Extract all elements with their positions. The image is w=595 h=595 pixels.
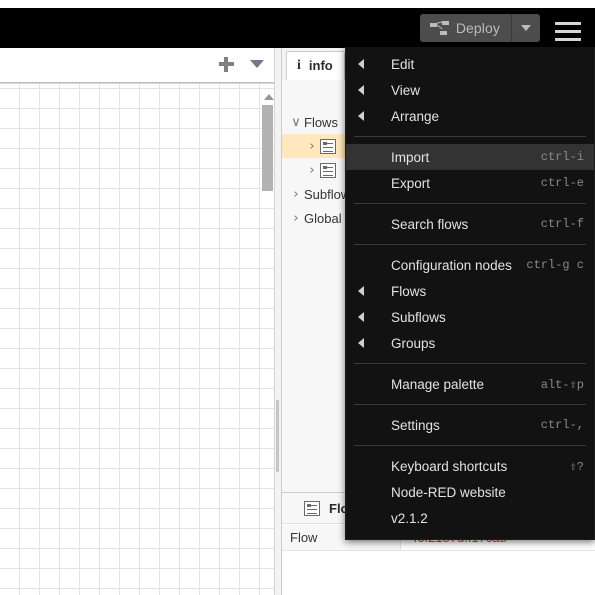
tab-info[interactable]: i info: [286, 51, 345, 80]
canvas-scrollbar-thumb[interactable]: [262, 105, 273, 191]
menu-item-search-flows[interactable]: Search flows ctrl-f: [346, 211, 594, 237]
deploy-button-label: Deploy: [455, 20, 500, 36]
menu-separator: [354, 363, 586, 364]
chevron-right-icon[interactable]: ›: [288, 212, 304, 225]
chevron-down-icon: [521, 25, 531, 31]
menu-item-node-red-website[interactable]: Node-RED website: [346, 479, 594, 505]
node-red-editor: Deploy i info ∨ Flows › › › Subflows › G…: [0, 0, 595, 595]
deploy-button[interactable]: Deploy: [419, 14, 511, 42]
hamburger-bar: [555, 38, 581, 41]
flow-icon: [320, 138, 336, 154]
menu-item-export[interactable]: Export ctrl-e: [346, 170, 594, 196]
menu-item-manage-palette[interactable]: Manage palette alt-⇧p: [346, 371, 594, 397]
menu-item-label: Manage palette: [391, 376, 485, 392]
menu-version-label: v2.1.2: [391, 510, 428, 526]
menu-item-label: Settings: [391, 417, 440, 433]
menu-separator: [354, 136, 586, 137]
window-top-strip: [0, 0, 595, 8]
menu-item-keyboard-shortcuts[interactable]: Keyboard shortcuts ⇧?: [346, 453, 594, 479]
menu-item-view[interactable]: View: [346, 77, 594, 103]
chevron-down-icon[interactable]: ∨: [288, 116, 304, 129]
submenu-arrow-icon: [358, 338, 364, 348]
menu-item-shortcut: ctrl-,: [540, 418, 584, 432]
chevron-right-icon[interactable]: ›: [288, 188, 304, 201]
main-menu-dropdown: Edit View Arrange Import ctrl-i Export c…: [345, 47, 595, 540]
menu-item-shortcut: ctrl-e: [540, 176, 584, 190]
sidebar-resize-grip[interactable]: [276, 400, 279, 472]
canvas-scroll-up-arrow-icon[interactable]: [264, 94, 274, 100]
workspace: [0, 48, 278, 595]
menu-item-label: Import: [391, 149, 430, 165]
tab-info-label: info: [308, 58, 333, 73]
add-flow-tab-button[interactable]: [217, 55, 236, 74]
chevron-right-icon[interactable]: ›: [304, 140, 320, 153]
menu-item-shortcut: ctrl-g c: [526, 258, 584, 272]
hamburger-bar: [555, 30, 581, 33]
deploy-dropdown-button[interactable]: [511, 14, 540, 42]
menu-item-settings[interactable]: Settings ctrl-,: [346, 412, 594, 438]
submenu-arrow-icon: [358, 85, 364, 95]
menu-item-label: Configuration nodes: [391, 257, 512, 273]
menu-item-shortcut: alt-⇧p: [540, 377, 584, 392]
menu-separator: [354, 244, 586, 245]
menu-item-groups[interactable]: Groups: [346, 330, 594, 356]
flow-icon: [304, 500, 320, 516]
flow-tab-bar: [0, 48, 278, 83]
submenu-arrow-icon: [358, 312, 364, 322]
menu-item-shortcut: ⇧?: [569, 459, 584, 474]
submenu-arrow-icon: [358, 59, 364, 69]
chevron-right-icon[interactable]: ›: [304, 164, 320, 177]
submenu-arrow-icon: [358, 286, 364, 296]
menu-item-label: Edit: [391, 56, 415, 72]
menu-item-subflows[interactable]: Subflows: [346, 304, 594, 330]
tree-item-label: Flows: [304, 114, 338, 130]
hamburger-bar: [555, 22, 581, 25]
menu-separator: [354, 404, 586, 405]
menu-item-shortcut: ctrl-i: [540, 150, 584, 164]
flow-tab-list-chevron-down-icon[interactable]: [250, 60, 264, 68]
menu-item-flows[interactable]: Flows: [346, 278, 594, 304]
menu-item-label: Export: [391, 175, 431, 191]
info-i-icon: i: [297, 57, 301, 73]
menu-item-configuration-nodes[interactable]: Configuration nodes ctrl-g c: [346, 252, 594, 278]
app-header: Deploy: [0, 8, 595, 49]
menu-item-shortcut: ctrl-f: [540, 217, 584, 231]
flow-icon: [320, 162, 336, 178]
menu-item-label: Search flows: [391, 216, 469, 232]
menu-separator: [354, 445, 586, 446]
hamburger-menu-icon[interactable]: [555, 22, 581, 41]
menu-item-import[interactable]: Import ctrl-i: [346, 144, 594, 170]
menu-item-arrange[interactable]: Arrange: [346, 103, 594, 129]
menu-item-edit[interactable]: Edit: [346, 51, 594, 77]
flow-canvas[interactable]: [0, 83, 278, 595]
deploy-nodes-icon: [429, 20, 449, 36]
menu-item-version: v2.1.2: [346, 505, 594, 531]
submenu-arrow-icon: [358, 111, 364, 121]
menu-item-label: Keyboard shortcuts: [391, 458, 508, 474]
deploy-button-group: Deploy: [419, 14, 540, 42]
menu-separator: [354, 203, 586, 204]
menu-item-label: Node-RED website: [391, 484, 506, 500]
tree-item-label: Global: [304, 210, 342, 226]
